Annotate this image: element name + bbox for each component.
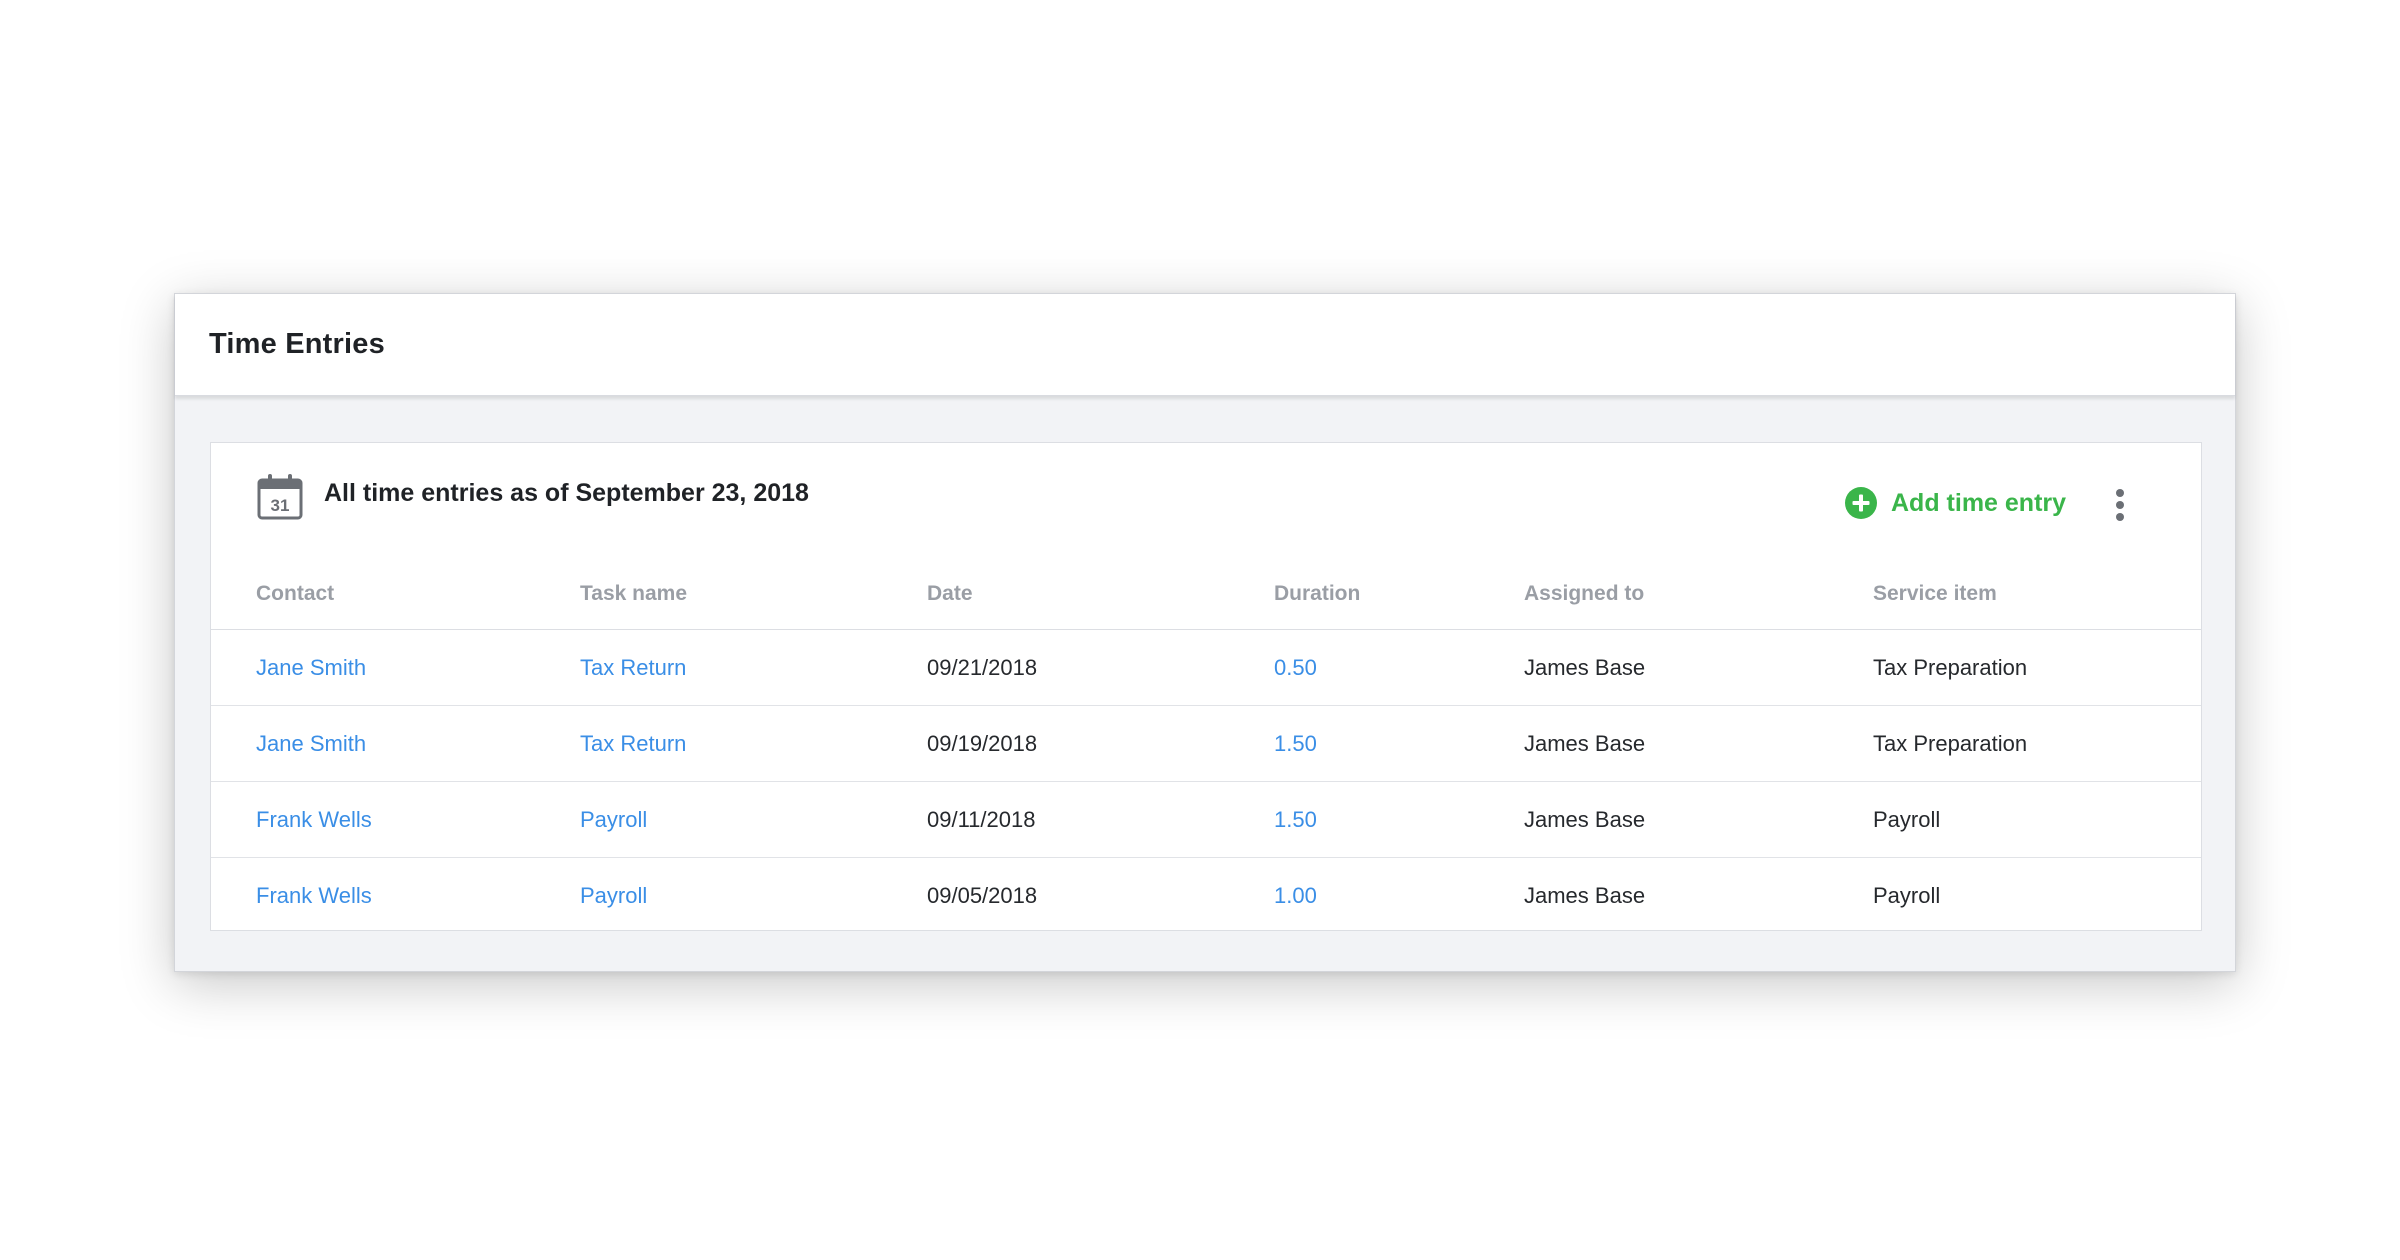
- assigned-cell: James Base: [1524, 882, 1646, 908]
- task-link[interactable]: Tax Return: [580, 731, 686, 756]
- time-entries-window: Time Entries 31 All time entries as of S…: [174, 293, 2236, 972]
- window-header: Time Entries: [175, 294, 2235, 396]
- task-link[interactable]: Tax Return: [580, 655, 686, 680]
- contact-link[interactable]: Jane Smith: [256, 731, 366, 756]
- table-row[interactable]: Jane Smith Tax Return 09/21/2018 0.50 Ja…: [211, 629, 2201, 706]
- column-header-task-name[interactable]: Task name: [580, 559, 927, 630]
- assigned-cell: James Base: [1524, 629, 1873, 706]
- task-link[interactable]: Payroll: [580, 883, 647, 908]
- page-title: Time Entries: [209, 328, 385, 360]
- column-header-contact[interactable]: Contact: [211, 559, 580, 630]
- contact-link[interactable]: Jane Smith: [256, 655, 366, 680]
- column-header-service-item[interactable]: Service item: [1873, 559, 2201, 630]
- contact-link[interactable]: Frank Wells: [256, 883, 372, 908]
- add-time-entry-label: Add time entry: [1891, 488, 2067, 517]
- service-item-cell: Tax Preparation: [1873, 629, 2201, 706]
- date-cell: 09/21/2018: [927, 629, 1274, 706]
- duration-link[interactable]: 1.50: [1274, 731, 1317, 756]
- assigned-cell: James Base: [1524, 705, 1873, 782]
- service-item-cell: Payroll: [1873, 882, 1941, 908]
- time-entries-table: Contact Task name Date Duration Assigned…: [211, 559, 2201, 933]
- table-row[interactable]: Jane Smith Tax Return 09/19/2018 1.50 Ja…: [211, 705, 2201, 782]
- date-cell: 09/11/2018: [927, 781, 1274, 858]
- card-heading: All time entries as of September 23, 201…: [324, 479, 809, 507]
- table-row[interactable]: Frank Wells Payroll 09/11/2018 1.50 Jame…: [211, 781, 2201, 858]
- assigned-cell: James Base: [1524, 781, 1873, 858]
- table-header-row: Contact Task name Date Duration Assigned…: [211, 559, 2201, 630]
- duration-link[interactable]: 1.50: [1274, 807, 1317, 832]
- duration-link[interactable]: 0.50: [1274, 655, 1317, 680]
- table-row[interactable]: Frank Wells Payroll 09/05/2018 1.00 Jame…: [211, 858, 2201, 934]
- column-header-assigned-to[interactable]: Assigned to: [1524, 559, 1873, 630]
- plus-circle-icon: [1845, 487, 1877, 519]
- calendar-day-number: 31: [271, 496, 290, 515]
- task-link[interactable]: Payroll: [580, 807, 647, 832]
- duration-link[interactable]: 1.00: [1274, 883, 1317, 908]
- contact-link[interactable]: Frank Wells: [256, 807, 372, 832]
- time-entries-card: 31 All time entries as of September 23, …: [210, 442, 2202, 931]
- more-vertical-icon[interactable]: [2108, 487, 2132, 523]
- date-cell: 09/05/2018: [927, 882, 1038, 908]
- date-cell: 09/19/2018: [927, 705, 1274, 782]
- add-time-entry-button[interactable]: Add time entry: [1845, 487, 2066, 519]
- column-header-date[interactable]: Date: [927, 559, 1274, 630]
- card-header: 31 All time entries as of September 23, …: [211, 443, 2201, 559]
- column-header-duration[interactable]: Duration: [1274, 559, 1524, 630]
- service-item-cell: Tax Preparation: [1873, 705, 2201, 782]
- calendar-icon: 31: [257, 474, 303, 520]
- service-item-cell: Payroll: [1873, 781, 2201, 858]
